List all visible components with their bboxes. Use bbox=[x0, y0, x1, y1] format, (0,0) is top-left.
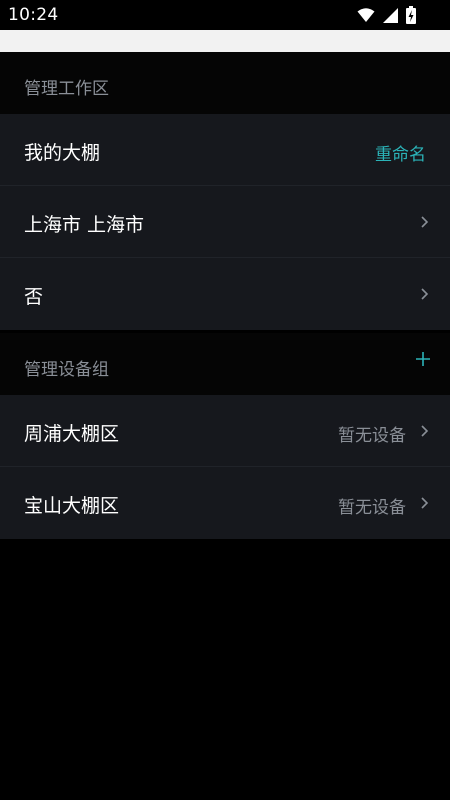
status-icons bbox=[357, 6, 416, 24]
device-group-name: 周浦大棚区 bbox=[24, 423, 120, 445]
workspace-option-label: 否 bbox=[24, 286, 44, 308]
device-group-row[interactable]: 宝山大棚区 暂无设备 bbox=[0, 467, 450, 539]
rename-button[interactable]: 重命名 bbox=[375, 140, 426, 165]
app-header-strip bbox=[0, 30, 450, 52]
device-group-list: 周浦大棚区 暂无设备 宝山大棚区 暂无设备 bbox=[0, 395, 450, 539]
workspace-option-row[interactable]: 否 bbox=[0, 258, 450, 330]
status-time: 10:24 bbox=[8, 5, 59, 25]
status-bar: 10:24 bbox=[0, 0, 450, 30]
device-group-section-title: 管理设备组 bbox=[24, 360, 109, 380]
chevron-right-icon bbox=[421, 288, 429, 300]
device-count-status: 暂无设备 bbox=[338, 426, 406, 446]
device-group-name: 宝山大棚区 bbox=[24, 495, 120, 517]
workspace-name-label: 我的大棚 bbox=[24, 142, 101, 164]
chevron-right-icon bbox=[421, 425, 429, 437]
workspace-group: 我的大棚 重命名 上海市 上海市 否 bbox=[0, 114, 450, 330]
battery-charging-icon bbox=[406, 6, 416, 24]
device-group-section-header: 管理设备组 bbox=[0, 333, 450, 395]
device-count-status: 暂无设备 bbox=[338, 498, 406, 518]
chevron-right-icon bbox=[421, 497, 429, 509]
workspace-section-title: 管理工作区 bbox=[24, 79, 109, 99]
chevron-right-icon bbox=[421, 216, 429, 228]
signal-icon bbox=[383, 7, 398, 23]
workspace-location-label: 上海市 上海市 bbox=[24, 214, 145, 236]
wifi-icon bbox=[357, 7, 375, 23]
device-group-row[interactable]: 周浦大棚区 暂无设备 bbox=[0, 395, 450, 467]
plus-icon bbox=[416, 352, 430, 366]
workspace-name-row: 我的大棚 重命名 bbox=[0, 114, 450, 186]
add-device-group-button[interactable] bbox=[410, 346, 436, 372]
workspace-section-header: 管理工作区 bbox=[0, 52, 450, 114]
workspace-location-row[interactable]: 上海市 上海市 bbox=[0, 186, 450, 258]
